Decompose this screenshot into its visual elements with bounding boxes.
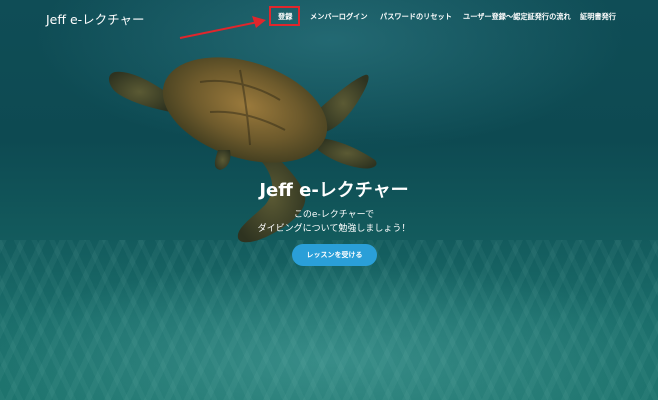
- hero-title: Jeff e-レクチャー: [259, 180, 409, 201]
- hero-subtitle-line-1: このe-レクチャーで: [293, 210, 375, 220]
- take-lesson-button[interactable]: レッスンを受ける: [292, 244, 377, 266]
- hero-subtitle-line-2: ダイビングについて勉強しましょう！: [257, 224, 411, 234]
